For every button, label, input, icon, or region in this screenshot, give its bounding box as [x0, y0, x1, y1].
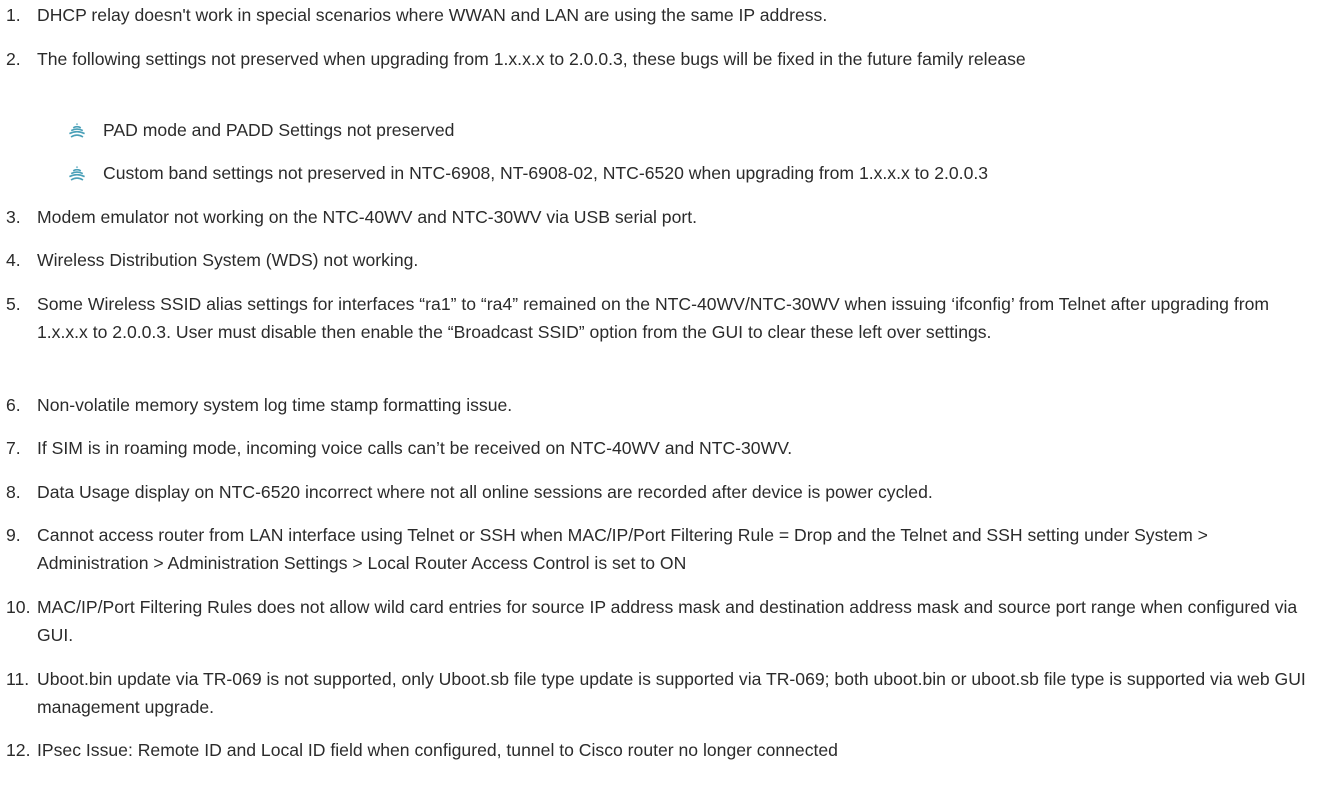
list-item-number: 9.: [6, 525, 21, 545]
list-item-text: Modem emulator not working on the NTC-40…: [37, 207, 698, 227]
list-item-text: Uboot.bin update via TR-069 is not suppo…: [37, 669, 1306, 717]
list-item-number: 7.: [6, 438, 21, 458]
list-item-number: 11.: [6, 669, 30, 689]
list-item-text: DHCP relay doesn't work in special scena…: [37, 5, 828, 25]
sub-list-item-text: Custom band settings not preserved in NT…: [103, 163, 989, 183]
wifi-bullet-icon: [69, 123, 85, 138]
list-item-number: 1.: [6, 5, 21, 25]
list-item-number: 5.: [6, 294, 21, 314]
list-item-text: The following settings not preserved whe…: [37, 49, 1026, 69]
list-item-text: If SIM is in roaming mode, incoming voic…: [37, 438, 793, 458]
list-item-number: 4.: [6, 250, 21, 270]
list-item-number: 10.: [6, 597, 31, 617]
list-item-text: Cannot access router from LAN interface …: [37, 525, 1208, 573]
list-item-number: 8.: [6, 482, 21, 502]
list-item-text: Wireless Distribution System (WDS) not w…: [37, 250, 419, 270]
list-item-text: Data Usage display on NTC-6520 incorrect…: [37, 482, 933, 502]
list-item-text: MAC/IP/Port Filtering Rules does not all…: [37, 597, 1298, 645]
list-item-number: 3.: [6, 207, 21, 227]
list-item-text: Non-volatile memory system log time stam…: [37, 395, 513, 415]
list-item-text: Some Wireless SSID alias settings for in…: [37, 294, 1270, 342]
list-item-number: 12.: [6, 740, 31, 760]
wifi-bullet-icon: [69, 166, 85, 181]
sub-list-item-text: PAD mode and PADD Settings not preserved: [103, 120, 455, 140]
list-item-number: 2.: [6, 49, 21, 69]
list-item-text: IPsec Issue: Remote ID and Local ID fiel…: [37, 740, 838, 760]
release-notes-known-issues-list: 1. DHCP relay doesn't work in special sc…: [0, 0, 1327, 787]
list-item-number: 6.: [6, 395, 21, 415]
